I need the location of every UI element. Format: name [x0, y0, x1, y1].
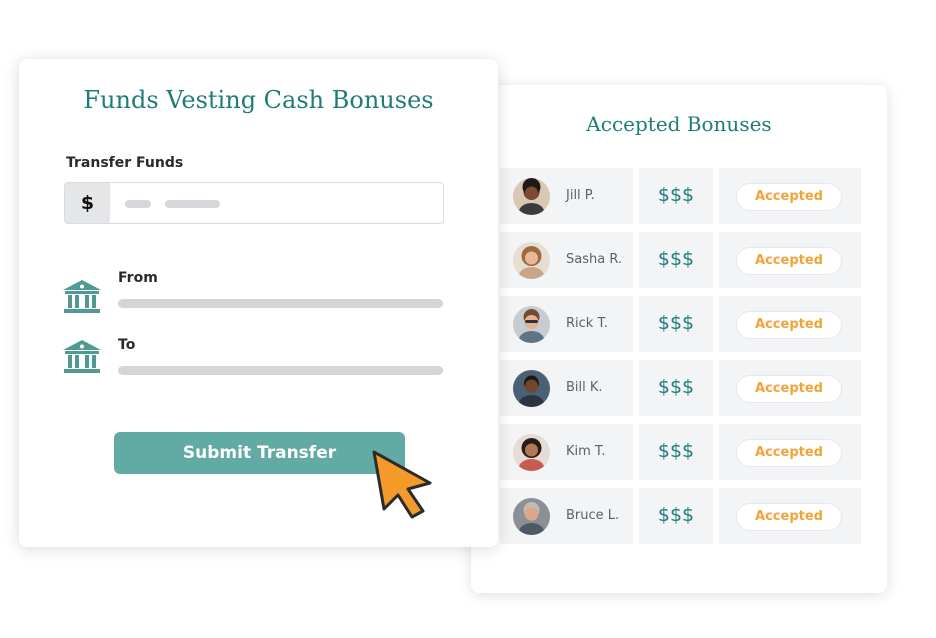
- bonus-row: Bill K. $$$ Accepted: [500, 360, 861, 416]
- cursor-arrow-icon: [370, 449, 436, 519]
- avatar: [513, 306, 550, 343]
- bonus-row: Sasha R. $$$ Accepted: [500, 232, 861, 288]
- placeholder-dash: [125, 200, 151, 208]
- amount-value: $$$: [657, 184, 695, 206]
- status-badge: Accepted: [736, 183, 842, 211]
- person-name: Kim T.: [566, 444, 606, 459]
- person-name: Bruce L.: [566, 508, 620, 523]
- amount-value: $$$: [657, 504, 695, 526]
- amount-cell: $$$: [639, 296, 713, 352]
- avatar: [513, 370, 550, 407]
- submit-transfer-button[interactable]: Submit Transfer: [114, 432, 405, 474]
- status-cell: Accepted: [719, 232, 861, 288]
- stage: Accepted Bonuses Jill P. $$$ Accepted Sa…: [0, 0, 936, 638]
- amount-cell: $$$: [639, 424, 713, 480]
- avatar: [513, 242, 550, 279]
- amount-value: $$$: [657, 312, 695, 334]
- accepted-bonuses-title: Accepted Bonuses: [586, 112, 772, 136]
- avatar: [513, 498, 550, 535]
- person-cell: Rick T.: [500, 296, 633, 352]
- amount-cell: $$$: [639, 168, 713, 224]
- status-badge: Accepted: [736, 311, 842, 339]
- from-account-field[interactable]: [118, 299, 443, 308]
- person-name: Bill K.: [566, 380, 603, 395]
- amount-cell: $$$: [639, 232, 713, 288]
- avatar: [513, 434, 550, 471]
- bank-icon: [62, 339, 102, 375]
- amount-cell: $$$: [639, 360, 713, 416]
- person-name: Jill P.: [566, 188, 595, 203]
- amount-cell: $$$: [639, 488, 713, 544]
- transfer-funds-label: Transfer Funds: [66, 155, 184, 171]
- from-label: From: [118, 270, 158, 286]
- person-cell: Bruce L.: [500, 488, 633, 544]
- status-cell: Accepted: [719, 296, 861, 352]
- status-badge: Accepted: [736, 247, 842, 275]
- status-badge: Accepted: [736, 375, 842, 403]
- bonus-row: Jill P. $$$ Accepted: [500, 168, 861, 224]
- status-badge: Accepted: [736, 503, 842, 531]
- bonus-row: Bruce L. $$$ Accepted: [500, 488, 861, 544]
- transfer-amount-input[interactable]: $: [64, 182, 444, 224]
- person-cell: Sasha R.: [500, 232, 633, 288]
- person-cell: Bill K.: [500, 360, 633, 416]
- person-cell: Jill P.: [500, 168, 633, 224]
- status-cell: Accepted: [719, 360, 861, 416]
- person-cell: Kim T.: [500, 424, 633, 480]
- status-cell: Accepted: [719, 168, 861, 224]
- status-badge: Accepted: [736, 439, 842, 467]
- amount-value: $$$: [657, 376, 695, 398]
- to-account-field[interactable]: [118, 366, 443, 375]
- status-cell: Accepted: [719, 424, 861, 480]
- bonus-row: Kim T. $$$ Accepted: [500, 424, 861, 480]
- avatar: [513, 178, 550, 215]
- person-name: Rick T.: [566, 316, 608, 331]
- amount-value: $$$: [657, 440, 695, 462]
- person-name: Sasha R.: [566, 252, 623, 267]
- to-label: To: [118, 337, 136, 353]
- currency-prefix: $: [65, 183, 110, 223]
- funds-vesting-title: Funds Vesting Cash Bonuses: [83, 86, 434, 114]
- placeholder-dash: [165, 200, 220, 208]
- status-cell: Accepted: [719, 488, 861, 544]
- bank-icon: [62, 279, 102, 315]
- bonus-row: Rick T. $$$ Accepted: [500, 296, 861, 352]
- amount-value: $$$: [657, 248, 695, 270]
